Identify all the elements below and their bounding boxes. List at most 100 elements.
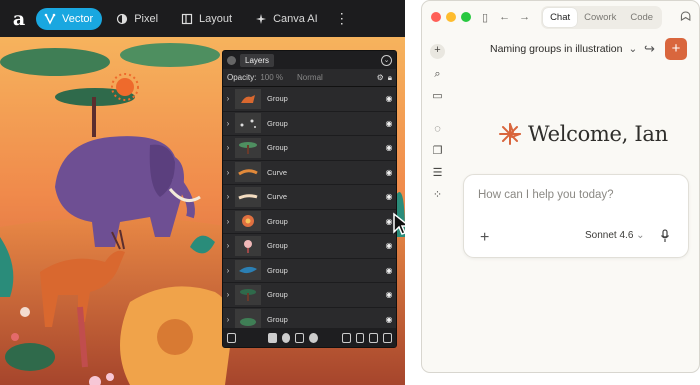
eye-icon[interactable]: ◉ (382, 119, 396, 128)
attach-plus-icon[interactable]: + (480, 229, 489, 247)
persona-pixel-button[interactable]: Pixel (108, 8, 167, 30)
layer-thumbnail (235, 284, 261, 305)
expand-icon[interactable]: › (223, 266, 233, 275)
model-selector[interactable]: Sonnet 4.6 ⌄ (585, 230, 645, 241)
layer-thumbnail (235, 260, 261, 281)
chevron-down-icon[interactable]: ⌄ (381, 54, 392, 66)
back-arrow-icon[interactable]: ← (499, 11, 510, 23)
eye-icon[interactable]: ◉ (382, 290, 396, 299)
eye-icon[interactable]: ◉ (382, 192, 396, 201)
forward-arrow-icon[interactable]: → (519, 11, 530, 23)
welcome-heading: Welcome, Ian (498, 122, 668, 146)
expand-icon[interactable]: › (223, 217, 233, 226)
chat-title[interactable]: Naming groups in illustration ⌄ (490, 43, 637, 55)
folder-icon[interactable] (355, 332, 365, 343)
layer-row[interactable]: › Group ◉ (223, 112, 396, 136)
claude-window: ▯ ← → Chat Cowork Code ᗣ + ⌕ ▭ ◌ ❐ ☰ ⁘ N… (421, 0, 700, 373)
layer-row[interactable]: › Group ◉ (223, 87, 396, 112)
layer-row[interactable]: › Group ◉ (223, 210, 396, 234)
layer-name: Group (267, 241, 288, 251)
pixel-icon (117, 13, 128, 24)
layer-thumbnail (235, 235, 261, 256)
prompt-input[interactable]: How can I help you today? (478, 189, 614, 201)
persona-layout-label: Layout (199, 12, 233, 25)
close-icon[interactable] (227, 55, 236, 65)
expand-icon[interactable]: › (223, 315, 233, 324)
layer-row[interactable]: › Group ◉ (223, 259, 396, 283)
tab-code[interactable]: Code (623, 8, 660, 27)
gear-icon[interactable]: ⚙ (377, 73, 384, 82)
eye-icon[interactable]: ◉ (382, 168, 396, 177)
pixel-layer-icon[interactable] (369, 332, 379, 343)
share-icon[interactable]: ↪ (644, 41, 655, 57)
layer-name: Group (267, 118, 288, 128)
layer-name: Group (267, 290, 288, 300)
layers-tab[interactable]: Layers (240, 53, 275, 67)
edit-layer-icon[interactable] (227, 332, 236, 343)
layer-row[interactable]: › Group ◉ (223, 136, 396, 161)
expand-icon[interactable]: › (223, 168, 233, 177)
app-logo[interactable]: a (8, 8, 30, 30)
maximize-window-button[interactable] (461, 12, 471, 22)
eye-icon[interactable]: ◉ (382, 241, 396, 250)
persona-vector-button[interactable]: Vector (36, 7, 103, 30)
expand-icon[interactable]: › (223, 241, 233, 250)
layers-panel: Layers ⌄ Opacity: 100 % Normal ⚙ 🔒︎ › Gro… (222, 50, 397, 348)
kebab-icon[interactable]: ⋮ (335, 10, 349, 27)
persona-canva-ai-button[interactable]: Canva AI (247, 8, 327, 30)
eye-icon[interactable]: ◉ (382, 143, 396, 152)
trash-icon[interactable] (383, 332, 393, 343)
layer-name: Group (267, 143, 288, 153)
microphone-icon[interactable] (660, 229, 670, 243)
design-app-window: a Vector Pixel Layout Canva AI ⋮ Layers … (0, 0, 405, 385)
chat-bubble-icon[interactable]: ◌ (431, 123, 444, 136)
prompt-box[interactable]: How can I help you today? + Sonnet 4.6 ⌄ (463, 174, 689, 258)
tab-chat[interactable]: Chat (543, 7, 578, 27)
ghost-icon[interactable]: ᗣ (680, 9, 691, 25)
layer-thumbnail (235, 137, 261, 158)
adjustment-icon[interactable] (295, 332, 305, 343)
expand-icon[interactable]: › (223, 119, 233, 128)
layer-thumbnail (235, 162, 261, 183)
layer-row[interactable]: › Curve ◉ (223, 185, 396, 210)
expand-icon[interactable]: › (223, 143, 233, 152)
layer-row[interactable]: › Curve ◉ (223, 161, 396, 185)
briefcase-icon[interactable]: ▭ (431, 90, 444, 103)
layer-name: Group (267, 94, 288, 104)
close-window-button[interactable] (431, 12, 441, 22)
new-chat-plus-icon[interactable]: + (430, 44, 445, 59)
add-layer-icon[interactable] (341, 332, 351, 343)
eye-icon[interactable]: ◉ (382, 94, 396, 103)
opacity-input[interactable]: 100 % (260, 73, 283, 82)
new-chat-button[interactable]: + (665, 38, 687, 60)
artifacts-icon[interactable]: ☰ (431, 167, 444, 180)
projects-icon[interactable]: ❐ (431, 145, 444, 158)
sidebar-toggle-icon[interactable]: ▯ (482, 11, 488, 24)
sidebar: + ⌕ ▭ ◌ ❐ ☰ ⁘ (422, 33, 452, 372)
opacity-row: Opacity: 100 % Normal ⚙ 🔒︎ (223, 69, 396, 87)
persona-layout-button[interactable]: Layout (173, 8, 241, 30)
expand-icon[interactable]: › (223, 290, 233, 299)
sparkle-icon (256, 13, 267, 24)
lock-icon[interactable]: 🔒︎ (388, 73, 392, 83)
eye-icon[interactable]: ◉ (382, 266, 396, 275)
tab-cowork[interactable]: Cowork (577, 8, 623, 27)
mode-tabs: Chat Cowork Code (541, 5, 663, 29)
mask-icon[interactable] (281, 332, 291, 343)
layer-row[interactable]: › Group ◉ (223, 283, 396, 308)
eye-icon[interactable]: ◉ (382, 315, 396, 324)
expand-icon[interactable]: › (223, 94, 233, 103)
expand-icon[interactable]: › (223, 192, 233, 201)
fx-icon[interactable] (267, 332, 277, 343)
layer-row[interactable]: › Group ◉ (223, 234, 396, 259)
blend-mode-select[interactable]: Normal (297, 73, 323, 82)
lion-shape (120, 286, 233, 385)
live-filter-icon[interactable] (309, 332, 318, 343)
cursor-icon (393, 212, 405, 235)
apps-icon[interactable]: ⁘ (431, 189, 444, 202)
search-icon[interactable]: ⌕ (431, 68, 444, 81)
layer-thumbnail (235, 211, 261, 232)
minimize-window-button[interactable] (446, 12, 456, 22)
layout-icon (181, 13, 193, 24)
title-bar: ▯ ← → Chat Cowork Code ᗣ (422, 1, 699, 33)
